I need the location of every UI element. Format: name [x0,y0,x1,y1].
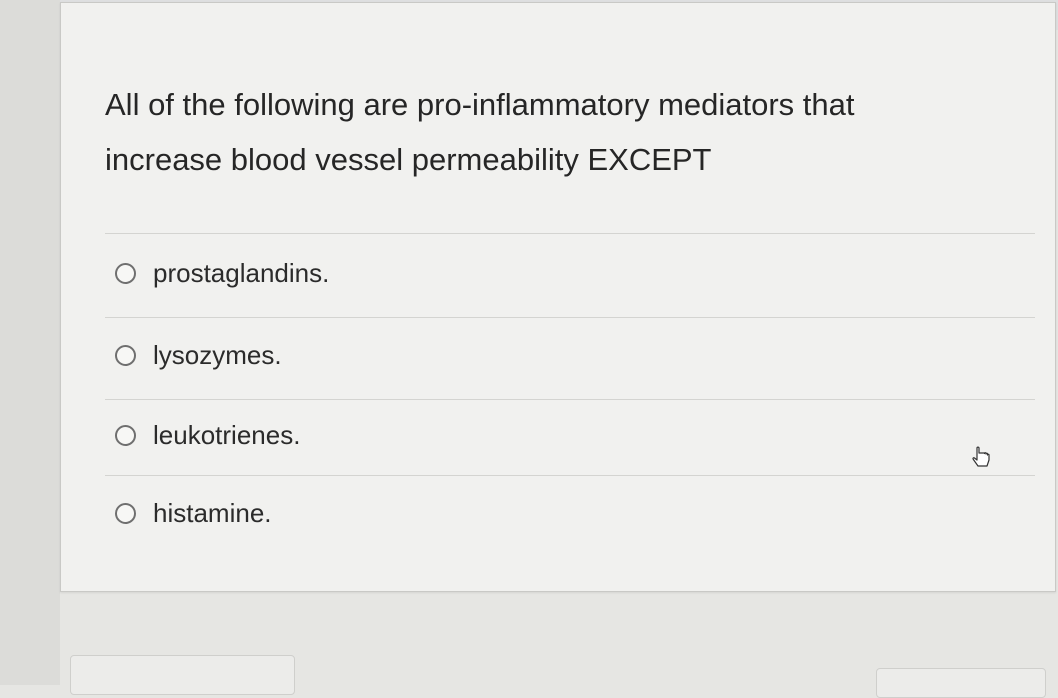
divider [105,475,1035,476]
radio-unselected-icon[interactable] [115,424,136,446]
question-card: All of the following are pro-inflammator… [60,2,1056,592]
answer-option-label: lysozymes. [153,339,282,370]
radio-unselected-icon[interactable] [115,502,136,524]
question-line-1: All of the following are pro-inflammator… [105,87,855,122]
divider [105,233,1035,234]
answer-option-3[interactable]: leukotrienes. [115,415,300,455]
answer-option-label: histamine. [153,497,272,528]
left-margin [0,0,60,685]
answer-option-2[interactable]: lysozymes. [115,335,282,375]
divider [105,399,1035,400]
answer-option-label: prostaglandins. [153,257,330,288]
radio-unselected-icon[interactable] [115,262,136,284]
question-text: All of the following are pro-inflammator… [105,77,985,187]
answer-option-4[interactable]: histamine. [115,493,272,533]
next-button[interactable] [876,668,1046,698]
answer-option-1[interactable]: prostaglandins. [115,253,329,293]
hand-pointer-icon [972,446,990,467]
radio-unselected-icon[interactable] [115,344,136,366]
question-line-2: increase blood vessel permeability EXCEP… [105,142,712,177]
divider [105,317,1035,318]
answer-option-label: leukotrienes. [153,419,301,450]
previous-button[interactable] [70,655,295,695]
